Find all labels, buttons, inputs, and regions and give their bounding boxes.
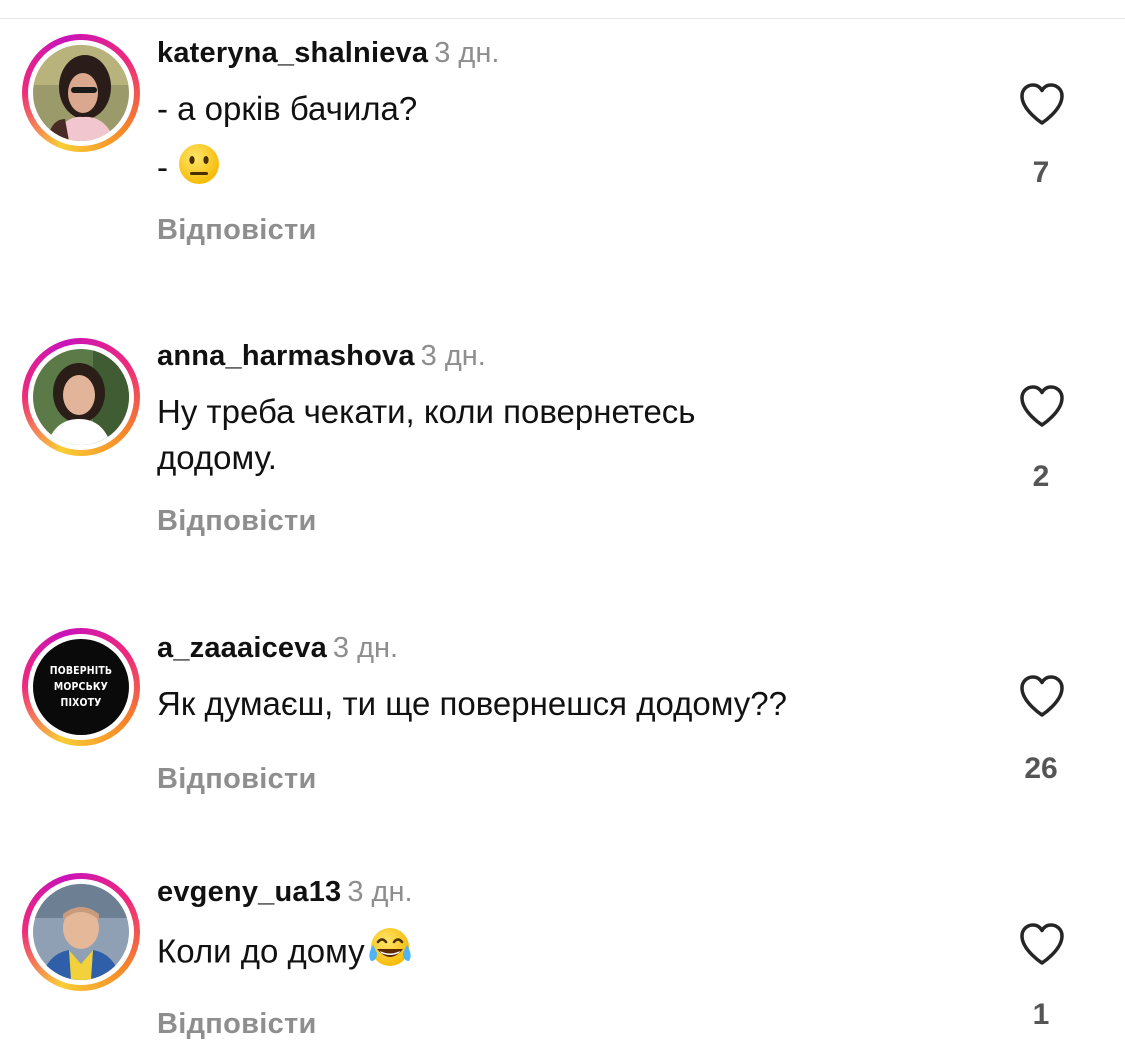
comment-text: Як думаєш, ти ще повернешся додому?? (157, 681, 957, 727)
heart-icon[interactable] (1018, 922, 1066, 966)
like-count[interactable]: 7 (990, 156, 1092, 190)
heart-icon[interactable] (1018, 384, 1066, 428)
username[interactable]: a_zaaaiceva (157, 632, 327, 664)
comment-line: - (157, 142, 957, 198)
heart-icon[interactable] (1018, 674, 1066, 718)
timestamp: 3 дн. (434, 37, 500, 69)
comment-line: додому. (157, 439, 277, 476)
avatar-caption: ПОВЕРНІТЬ МОРСЬКУ ПІХОТУ (40, 639, 122, 735)
comment-header: evgeny_ua13 3 дн. (157, 875, 413, 909)
comment-line: Як думаєш, ти ще повернешся додому?? (157, 685, 787, 722)
reply-button[interactable]: Відповісти (157, 505, 317, 538)
reply-button[interactable]: Відповісти (157, 763, 317, 796)
timestamp: 3 дн. (347, 876, 413, 908)
top-divider (0, 18, 1125, 19)
avatar-story-ring[interactable] (22, 338, 140, 456)
comment-header: kateryna_shalnieva 3 дн. (157, 36, 499, 70)
comment-line: Коли до дому (157, 925, 957, 983)
avatar: ПОВЕРНІТЬ МОРСЬКУ ПІХОТУ (33, 639, 129, 735)
comment-header: anna_harmashova 3 дн. (157, 339, 486, 373)
comment-text: Ну треба чекати, коли повернетесь додому… (157, 389, 957, 481)
comment-header: a_zaaaiceva 3 дн. (157, 631, 398, 665)
timestamp: 3 дн. (420, 340, 486, 372)
avatar-caption-line: ПОВЕРНІТЬ (49, 664, 113, 677)
comment-text: - а орків бачила? - (157, 86, 957, 198)
comment-line-prefix: - (157, 148, 178, 186)
comment-line-text: Коли до дому (157, 932, 365, 970)
comment-line: - а орків бачила? (157, 90, 418, 127)
username[interactable]: anna_harmashova (157, 340, 415, 372)
comment-line: Ну треба чекати, коли повернетесь (157, 393, 696, 430)
avatar-story-ring[interactable] (22, 34, 140, 152)
like-count[interactable]: 1 (990, 998, 1092, 1032)
avatar-story-ring[interactable]: ПОВЕРНІТЬ МОРСЬКУ ПІХОТУ (22, 628, 140, 746)
heart-icon[interactable] (1018, 82, 1066, 126)
avatar (33, 349, 129, 445)
neutral-face-emoji (177, 142, 221, 198)
tears-of-joy-emoji (365, 925, 415, 983)
reply-button[interactable]: Відповісти (157, 214, 317, 247)
avatar-story-ring[interactable] (22, 873, 140, 991)
like-count[interactable]: 26 (990, 752, 1092, 786)
reply-button[interactable]: Відповісти (157, 1008, 317, 1041)
avatar-caption-line: МОРСЬКУ (53, 680, 109, 693)
avatar (33, 45, 129, 141)
username[interactable]: evgeny_ua13 (157, 876, 341, 908)
avatar (33, 884, 129, 980)
username[interactable]: kateryna_shalnieva (157, 37, 428, 69)
avatar-caption-line: ПІХОТУ (60, 696, 102, 709)
like-count[interactable]: 2 (990, 460, 1092, 494)
comment-text: Коли до дому (157, 925, 957, 983)
timestamp: 3 дн. (332, 632, 399, 664)
